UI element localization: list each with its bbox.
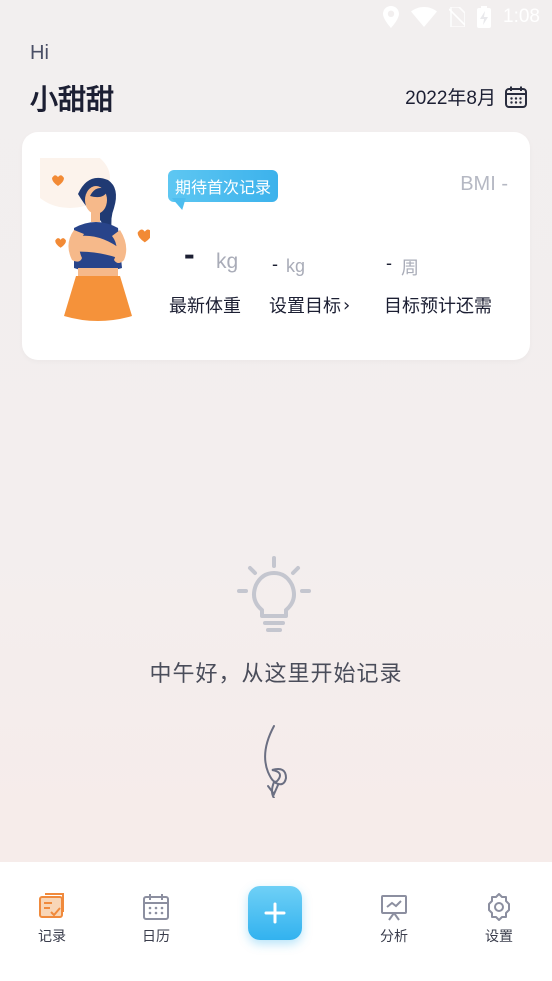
plus-icon (264, 902, 286, 924)
tab-record[interactable]: 记录 (22, 892, 82, 946)
wifi-icon (411, 7, 438, 27)
latest-weight-value: - (184, 236, 195, 272)
goal-weight-unit: kg (286, 256, 306, 276)
bmi-value: BMI - (460, 173, 508, 195)
analysis-icon (381, 895, 407, 921)
lightbulb-icon (237, 556, 311, 632)
chevron-right-icon: › (343, 294, 351, 316)
no-sim-icon (449, 7, 466, 27)
goal-weight-value: - (272, 254, 278, 274)
set-goal-button[interactable]: 设置目标 › (269, 292, 350, 318)
latest-weight-label: 最新体重 (169, 296, 241, 317)
location-icon (383, 6, 400, 28)
tab-calendar-label: 日历 (142, 929, 170, 945)
weight-summary-card[interactable]: 期待首次记录 BMI - - kg - kg - 周 最新体重 设置目标 › 目… (22, 132, 530, 360)
tab-analysis-label: 分析 (380, 929, 408, 945)
tab-settings[interactable]: 设置 (469, 892, 529, 946)
settings-gear-icon (488, 893, 510, 921)
status-time: 1:08 (503, 6, 540, 27)
empty-state-message: 中午好，从这里开始记录 (149, 662, 403, 687)
arrow-down-icon (264, 725, 288, 798)
empty-state: 中午好，从这里开始记录 (0, 556, 552, 688)
bottom-tab-bar: 记录 日历 分析 设置 (0, 862, 552, 981)
tab-record-label: 记录 (38, 929, 66, 945)
month-label: 2022年8月 (405, 88, 496, 109)
month-selector[interactable]: 2022年8月 (405, 83, 528, 110)
weeks-remaining-unit: 周 (401, 258, 419, 279)
tab-analysis[interactable]: 分析 (364, 892, 424, 946)
username: 小甜甜 (30, 83, 115, 116)
calendar-icon (143, 894, 169, 920)
add-record-button[interactable] (248, 886, 302, 940)
set-goal-label: 设置目标 (269, 296, 341, 317)
weeks-remaining-value: - (386, 253, 392, 273)
status-icons: 1:08 (383, 6, 540, 28)
greeting: Hi (30, 42, 49, 64)
battery-charging-icon (477, 6, 492, 28)
tab-calendar[interactable]: 日历 (126, 892, 186, 946)
status-bar: 1:08 (0, 0, 552, 40)
tab-settings-label: 设置 (485, 929, 513, 945)
weeks-remaining-label: 目标预计还需 (384, 296, 492, 317)
calendar-icon (505, 86, 527, 108)
record-icon (39, 893, 64, 918)
woman-hugging-illustration (40, 158, 150, 321)
latest-weight-unit: kg (216, 250, 239, 273)
